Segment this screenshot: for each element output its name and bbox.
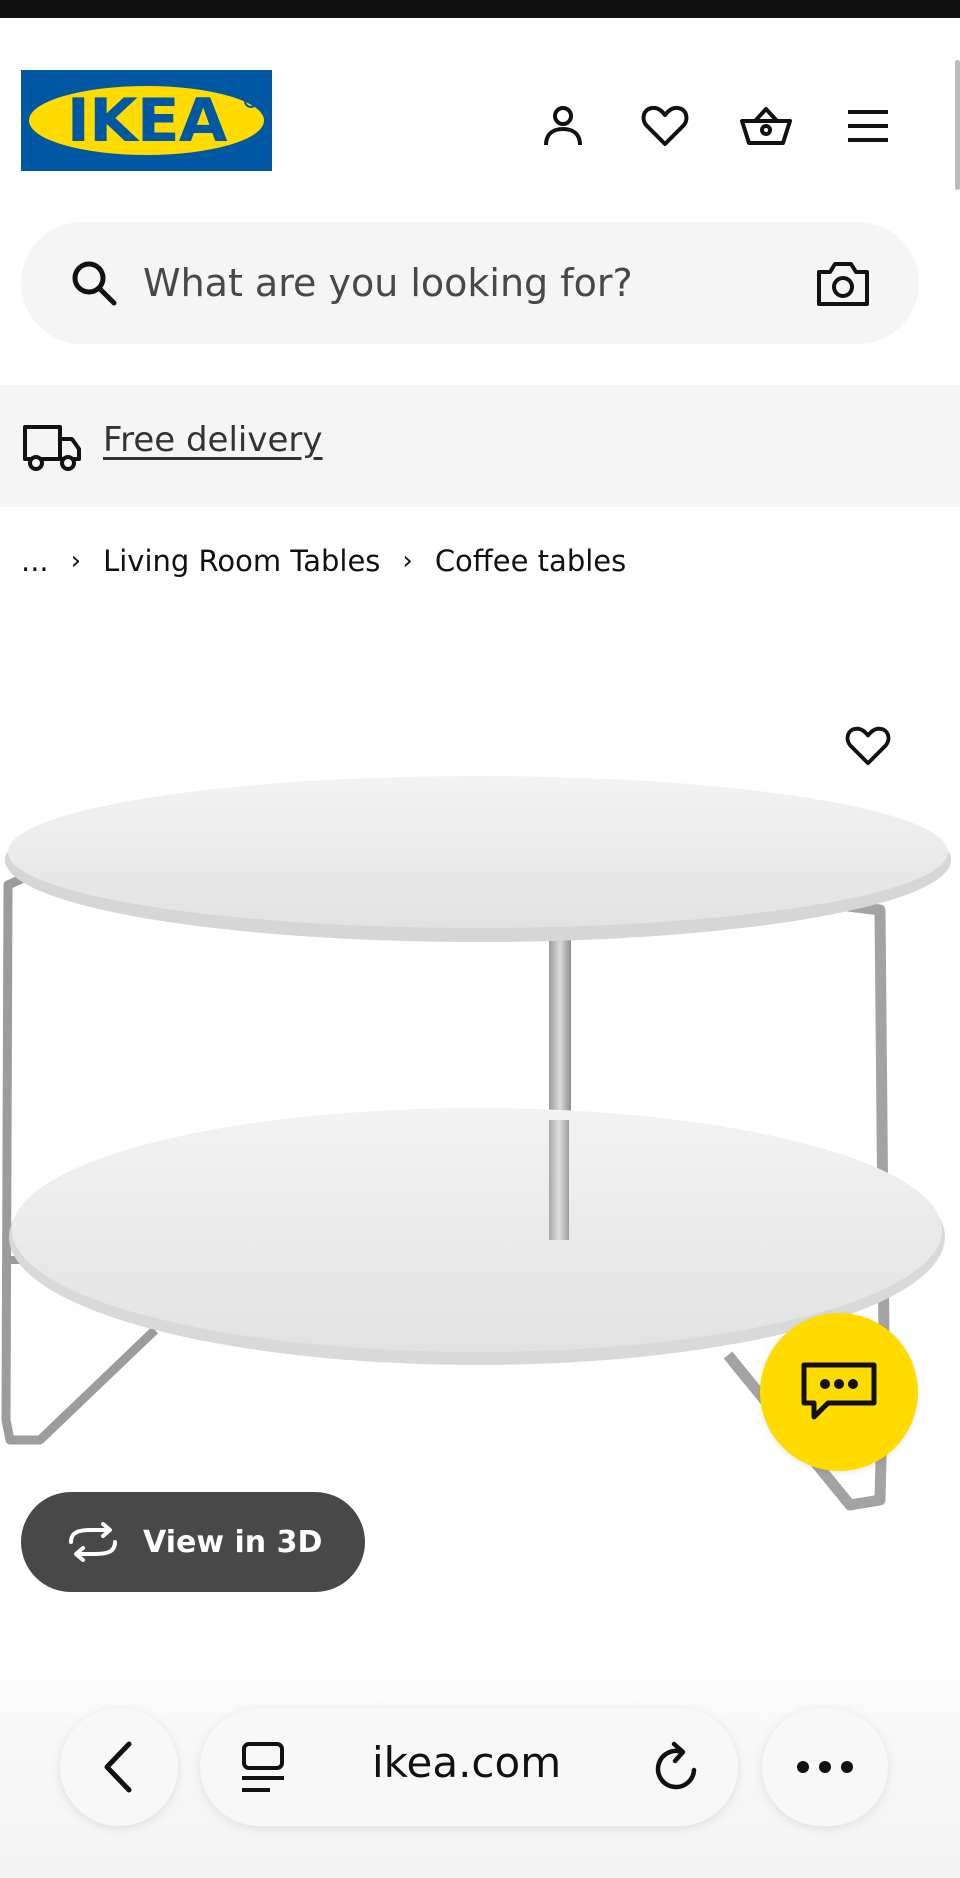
registered-mark [244, 94, 258, 108]
back-icon [104, 1741, 132, 1793]
search-input[interactable] [143, 252, 793, 314]
breadcrumb: ... › Living Room Tables › Coffee tables [21, 538, 626, 584]
breadcrumb-coffee-tables[interactable]: Coffee tables [435, 544, 626, 578]
heart-icon [845, 726, 891, 766]
more-button[interactable] [762, 1708, 888, 1826]
basket-icon[interactable] [738, 98, 794, 154]
camera-icon[interactable] [815, 258, 871, 308]
logo-text: IKEA [66, 85, 228, 156]
delivery-banner: Free delivery [0, 385, 960, 507]
free-delivery-link[interactable]: Free delivery [103, 420, 323, 460]
chevron-right-icon: › [402, 546, 413, 576]
chevron-right-icon: › [70, 546, 82, 576]
rotate-3d-icon [69, 1522, 117, 1562]
url-text: ikea.com [372, 1738, 562, 1787]
product-image[interactable] [0, 690, 960, 1610]
chat-button[interactable] [760, 1313, 918, 1471]
favourites-icon[interactable] [637, 98, 693, 154]
more-icon [797, 1761, 853, 1773]
status-bar [0, 0, 960, 18]
delivery-truck-icon [23, 425, 81, 471]
menu-icon[interactable] [840, 98, 896, 154]
chat-icon [801, 1362, 877, 1420]
site-header: IKEA [0, 18, 960, 208]
reader-mode-icon[interactable] [238, 1738, 288, 1796]
back-button[interactable] [60, 1708, 178, 1826]
account-icon[interactable] [535, 98, 591, 154]
view-in-3d-label: View in 3D [143, 1524, 323, 1560]
product-favourite-button[interactable] [838, 718, 898, 774]
search-bar[interactable] [21, 222, 919, 344]
reload-icon[interactable] [650, 1740, 702, 1794]
ikea-logo[interactable]: IKEA [21, 70, 272, 171]
address-bar[interactable]: ikea.com [200, 1708, 738, 1826]
search-icon [72, 261, 117, 306]
breadcrumb-living-room-tables[interactable]: Living Room Tables [103, 544, 380, 578]
view-in-3d-button[interactable]: View in 3D [21, 1492, 365, 1592]
breadcrumb-ellipsis[interactable]: ... [21, 544, 49, 578]
